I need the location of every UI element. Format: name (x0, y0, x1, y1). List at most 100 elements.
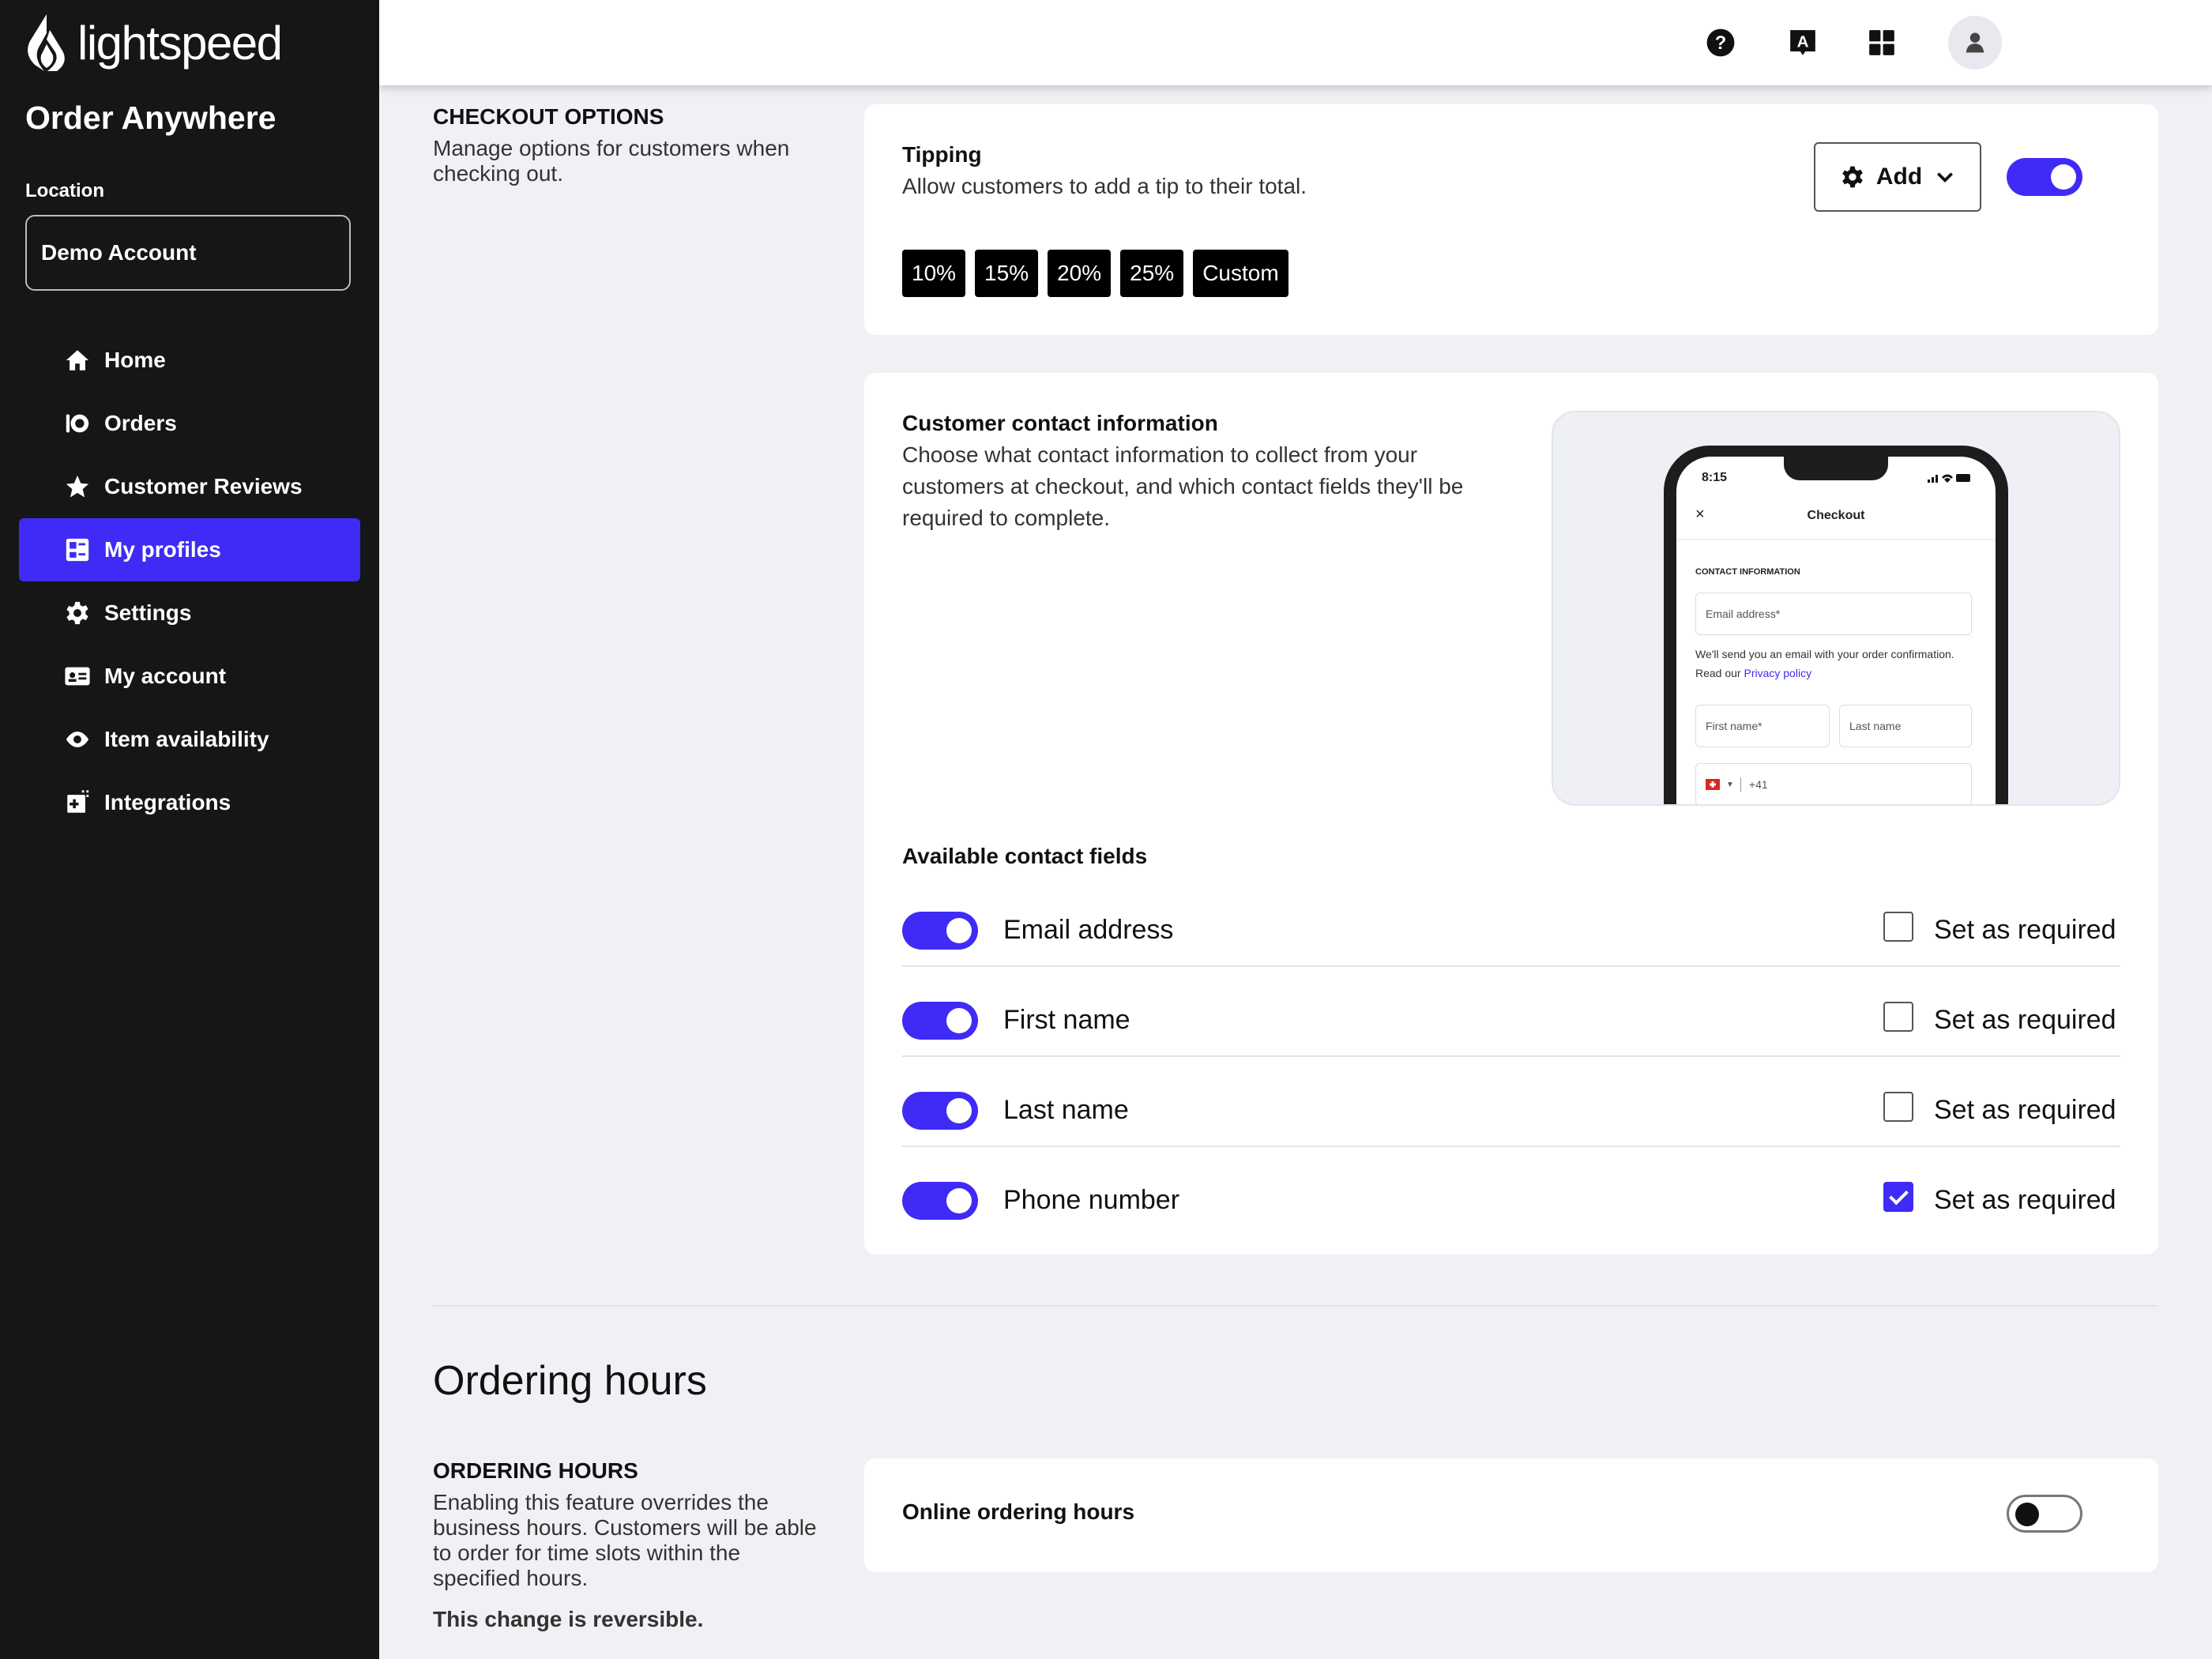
ordering-hours-card: Online ordering hours (864, 1458, 2158, 1572)
email-required-checkbox[interactable] (1883, 912, 1913, 942)
add-button-label: Add (1875, 164, 1923, 190)
sidebar-item-my-profiles[interactable]: My profiles (19, 518, 360, 581)
tip-chip-custom[interactable]: Custom (1193, 250, 1288, 297)
sidebar-item-label: Item availability (104, 727, 269, 751)
tip-chip[interactable]: 10% (902, 250, 966, 297)
user-avatar[interactable] (1948, 16, 2002, 70)
sidebar-item-label: Home (104, 348, 166, 372)
sidebar-item-settings[interactable]: Settings (19, 581, 360, 645)
sidebar-item-customer-reviews[interactable]: Customer Reviews (19, 455, 360, 518)
tip-chip[interactable]: 20% (1048, 250, 1112, 297)
email-address-toggle[interactable] (902, 912, 978, 950)
sidebar-item-label: Customer Reviews (104, 474, 303, 498)
star-icon (63, 472, 92, 501)
available-fields-heading: Available contact fields (902, 844, 1148, 868)
contact-field-row: Phone number Set as required (902, 1149, 2120, 1237)
gear-icon (1842, 166, 1863, 188)
required-label: Set as required (1934, 1185, 2116, 1215)
tipping-description: Allow customers to add a tip to their to… (902, 174, 1307, 198)
user-icon (1966, 32, 1984, 53)
field-label: Last name (1003, 1095, 1129, 1125)
tip-chip[interactable]: 15% (975, 250, 1039, 297)
checkout-options-description: Manage options for customers when checki… (433, 136, 790, 186)
phone-notch (1784, 457, 1888, 480)
help-icon[interactable]: ? (1698, 21, 1743, 65)
field-label: First name (1003, 1005, 1130, 1035)
row-divider (902, 965, 2120, 967)
top-bar: ? A (379, 0, 2212, 85)
phone-number-field: ▼ +41 (1695, 763, 1972, 804)
phone-divider (1676, 539, 1996, 540)
field-label: Email address (1003, 915, 1174, 945)
contact-info-description: Choose what contact information to colle… (902, 442, 1464, 530)
required-label: Set as required (1934, 1095, 2116, 1125)
location-selector[interactable]: Demo Account (25, 215, 351, 291)
first-name-required-checkbox[interactable] (1883, 1002, 1913, 1032)
field-label: Phone number (1003, 1185, 1180, 1215)
first-name-toggle[interactable] (902, 1002, 978, 1040)
eye-icon (63, 725, 92, 754)
sidebar-item-label: My account (104, 664, 227, 688)
chevron-down-icon (1937, 172, 1954, 183)
apps-grid-icon[interactable] (1860, 21, 1904, 65)
privacy-policy-link: Privacy policy (1744, 667, 1812, 679)
tipping-title: Tipping (902, 142, 982, 167)
sidebar-item-label: Settings (104, 600, 192, 625)
sidebar-item-my-account[interactable]: My account (19, 645, 360, 708)
last-name-required-checkbox[interactable] (1883, 1092, 1913, 1122)
phone-checkout-title: Checkout (1807, 509, 1865, 522)
tipping-card: Tipping Allow customers to add a tip to … (864, 104, 2158, 335)
language-glyph: A (1797, 33, 1809, 51)
contact-info-title: Customer contact information (902, 411, 1218, 435)
sidebar-item-item-availability[interactable]: Item availability (19, 708, 360, 771)
signal-battery-icon (1928, 474, 1970, 483)
row-divider (902, 1146, 2120, 1147)
online-ordering-hours-toggle[interactable] (2007, 1495, 2082, 1533)
sidebar-item-orders[interactable]: Orders (19, 392, 360, 455)
checkout-preview: 8:15 × Checkout CONTACT INFORMATION Emai… (1552, 411, 2120, 806)
contact-field-row: First name Set as required (902, 969, 2120, 1057)
online-ordering-hours-label: Online ordering hours (902, 1499, 1135, 1524)
phone-prefix: +41 (1748, 778, 1768, 791)
phone-mockup: 8:15 × Checkout CONTACT INFORMATION Emai… (1664, 446, 2008, 804)
checkout-options-heading: CHECKOUT OPTIONS (433, 104, 664, 129)
profiles-icon (63, 536, 92, 564)
language-icon[interactable]: A (1781, 21, 1825, 65)
id-card-icon (63, 662, 92, 690)
phone-last-name-field: Last name (1839, 705, 1972, 747)
required-label: Set as required (1934, 915, 2116, 945)
location-label: Location (25, 180, 104, 201)
phone-field-divider (1740, 777, 1741, 792)
gear-icon (63, 599, 92, 627)
contact-field-row: Email address Set as required (902, 878, 2120, 967)
sidebar-item-home[interactable]: Home (19, 329, 360, 392)
required-label: Set as required (1934, 1005, 2116, 1035)
tip-chips: 10% 15% 20% 25% Custom (902, 250, 1288, 297)
sidebar: lightspeed Order Anywhere Location Demo … (0, 0, 379, 1659)
home-icon (63, 346, 92, 374)
contact-info-card: Customer contact information Choose what… (864, 373, 2158, 1255)
phone-section-label: CONTACT INFORMATION (1695, 567, 1800, 577)
phone-screen: 8:15 × Checkout CONTACT INFORMATION Emai… (1676, 457, 1996, 804)
phone-required-checkbox[interactable] (1883, 1182, 1913, 1212)
row-divider (902, 1055, 2120, 1057)
tip-chip[interactable]: 25% (1120, 250, 1184, 297)
reversible-note: This change is reversible. (433, 1607, 704, 1631)
sidebar-nav: Home Orders Customer Reviews My profiles… (19, 329, 360, 834)
lightspeed-logo[interactable]: lightspeed (25, 11, 283, 74)
tipping-toggle[interactable] (2007, 158, 2082, 196)
last-name-toggle[interactable] (902, 1092, 978, 1130)
brand-name: lightspeed (77, 16, 283, 70)
add-tip-button[interactable]: Add (1814, 142, 1981, 212)
contact-field-row: Last name Set as required (902, 1059, 2120, 1147)
ordering-hours-heading: ORDERING HOURS (433, 1458, 638, 1483)
flame-logo-icon (28, 14, 65, 71)
phone-time: 8:15 (1702, 471, 1728, 484)
caret-down-icon: ▼ (1726, 780, 1734, 789)
ordering-hours-title: Ordering hours (433, 1358, 707, 1404)
phone-number-toggle[interactable] (902, 1182, 978, 1220)
swiss-flag-icon (1706, 779, 1720, 790)
sidebar-item-label: Orders (104, 411, 177, 435)
integrations-icon (63, 788, 92, 817)
sidebar-item-integrations[interactable]: Integrations (19, 771, 360, 834)
